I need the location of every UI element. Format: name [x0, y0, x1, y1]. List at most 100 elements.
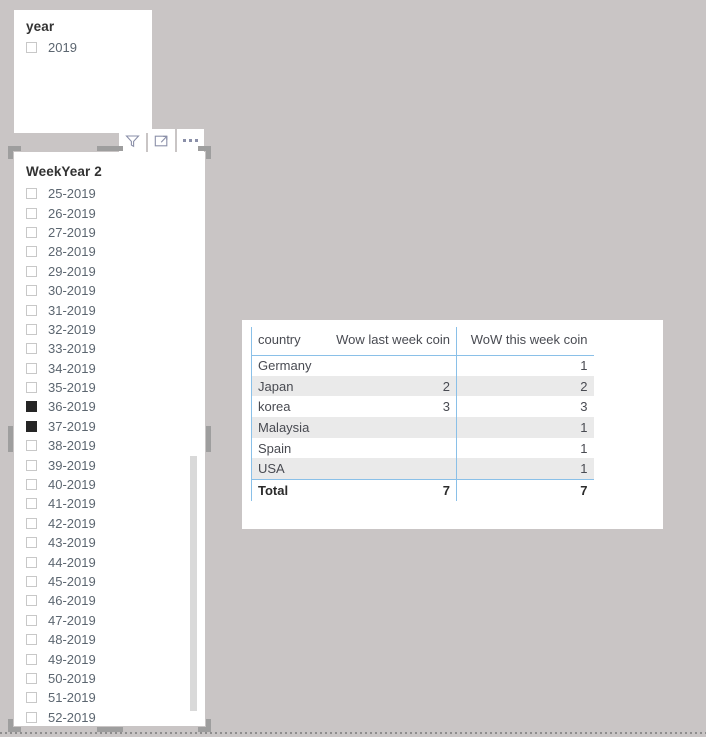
weekyear-slicer-item[interactable]: 44-2019: [14, 552, 205, 571]
resize-handle-top-left-v[interactable]: [8, 146, 13, 159]
checkbox-unchecked-icon[interactable]: [26, 576, 37, 587]
checkbox-unchecked-icon[interactable]: [26, 382, 37, 394]
cell-this-week: 1: [456, 417, 594, 438]
checkbox-unchecked-icon[interactable]: [26, 479, 37, 491]
checkbox-unchecked-icon[interactable]: [26, 614, 37, 626]
weekyear-slicer-item[interactable]: 46-2019: [14, 591, 205, 610]
checkbox-unchecked-icon[interactable]: [26, 285, 37, 297]
checkbox-unchecked-icon[interactable]: [26, 343, 37, 355]
cell-this-week: 2: [456, 375, 594, 397]
table-row[interactable]: korea 3 3: [251, 396, 594, 418]
checkbox-unchecked-icon[interactable]: [26, 42, 37, 54]
weekyear-slicer-item[interactable]: 26-2019: [14, 203, 205, 222]
weekyear-slicer-item[interactable]: 30-2019: [14, 281, 205, 300]
weekyear-slicer-item-label: 43-2019: [48, 535, 96, 551]
column-header-wow-last-week-coin[interactable]: Wow last week coin: [323, 327, 457, 356]
more-options-icon: [183, 139, 198, 142]
checkbox-unchecked-icon[interactable]: [26, 304, 37, 316]
weekyear-slicer-item[interactable]: 34-2019: [14, 359, 205, 378]
weekyear-slicer-item[interactable]: 40-2019: [14, 475, 205, 494]
country-coin-table[interactable]: country Wow last week coin WoW this week…: [251, 327, 594, 502]
table-row[interactable]: Malaysia 1: [251, 417, 594, 438]
weekyear-scrollbar-thumb[interactable]: [190, 456, 197, 711]
cell-last-week: [324, 438, 457, 459]
weekyear-slicer-item[interactable]: 39-2019: [14, 455, 205, 474]
weekyear-slicer-item-label: 38-2019: [48, 438, 96, 454]
weekyear-slicer-item[interactable]: 45-2019: [14, 572, 205, 591]
checkbox-unchecked-icon[interactable]: [26, 323, 37, 335]
checkbox-unchecked-icon[interactable]: [26, 226, 37, 238]
weekyear-slicer-item[interactable]: 41-2019: [14, 494, 205, 513]
year-slicer-item-2019[interactable]: 2019: [14, 38, 152, 57]
checkbox-unchecked-icon[interactable]: [26, 556, 37, 568]
checkbox-unchecked-icon[interactable]: [26, 634, 37, 646]
table-visual[interactable]: country Wow last week coin WoW this week…: [242, 320, 663, 529]
weekyear-slicer-item-label: 41-2019: [48, 496, 96, 512]
column-header-country[interactable]: country: [251, 327, 324, 356]
weekyear-slicer-item[interactable]: 37-2019: [14, 417, 205, 436]
weekyear-slicer-item-label: 44-2019: [48, 554, 96, 570]
checkbox-checked-icon[interactable]: [26, 401, 37, 413]
checkbox-unchecked-icon[interactable]: [26, 498, 37, 510]
checkbox-unchecked-icon[interactable]: [26, 672, 37, 684]
weekyear-slicer-item-label: 37-2019: [48, 418, 96, 434]
weekyear-slicer-item[interactable]: 48-2019: [14, 630, 205, 649]
resize-handle-bottom-left-v[interactable]: [8, 719, 13, 732]
checkbox-unchecked-icon[interactable]: [26, 459, 37, 471]
checkbox-unchecked-icon[interactable]: [26, 207, 37, 219]
table-row[interactable]: Japan 2 2: [251, 375, 594, 397]
weekyear-slicer-item[interactable]: 35-2019: [14, 378, 205, 397]
checkbox-checked-icon[interactable]: [26, 420, 37, 432]
checkbox-unchecked-icon[interactable]: [26, 653, 37, 665]
resize-handle-bottom-right-v[interactable]: [206, 719, 211, 732]
checkbox-unchecked-icon[interactable]: [26, 537, 37, 549]
weekyear-slicer-item[interactable]: 49-2019: [14, 649, 205, 668]
resize-handle-left-middle[interactable]: [8, 426, 13, 452]
table-total-row: Total 7 7: [251, 478, 594, 502]
weekyear-slicer-item[interactable]: 42-2019: [14, 514, 205, 533]
weekyear-slicer-item[interactable]: 38-2019: [14, 436, 205, 455]
checkbox-unchecked-icon[interactable]: [26, 265, 37, 277]
weekyear-slicer-item[interactable]: 29-2019: [14, 262, 205, 281]
weekyear-slicer-visual[interactable]: WeekYear 2 25-2019 26-2019 27-2019 28-2019 2…: [14, 152, 205, 726]
checkbox-unchecked-icon[interactable]: [26, 711, 37, 723]
resize-handle-top-right-v[interactable]: [206, 146, 211, 159]
checkbox-unchecked-icon[interactable]: [26, 595, 37, 607]
weekyear-slicer-item[interactable]: 31-2019: [14, 300, 205, 319]
cell-this-week: 1: [456, 437, 594, 459]
weekyear-slicer-item[interactable]: 36-2019: [14, 397, 205, 416]
total-this-week: 7: [456, 478, 594, 502]
resize-handle-top-middle[interactable]: [96, 146, 123, 151]
checkbox-unchecked-icon[interactable]: [26, 246, 37, 258]
weekyear-slicer-item[interactable]: 25-2019: [14, 184, 205, 203]
weekyear-slicer-item-label: 42-2019: [48, 515, 96, 531]
table-row[interactable]: Spain 1: [251, 437, 594, 459]
checkbox-unchecked-icon[interactable]: [26, 362, 37, 374]
cell-country: Japan: [251, 375, 324, 397]
checkbox-unchecked-icon[interactable]: [26, 440, 37, 452]
weekyear-slicer-selection[interactable]: WeekYear 2 25-2019 26-2019 27-2019 28-2019 2…: [8, 146, 211, 732]
weekyear-slicer-item[interactable]: 50-2019: [14, 669, 205, 688]
cell-country: USA: [251, 458, 324, 480]
table-row[interactable]: USA 1: [251, 458, 594, 480]
weekyear-slicer-item-label: 29-2019: [48, 263, 96, 279]
checkbox-unchecked-icon[interactable]: [26, 517, 37, 529]
weekyear-slicer-item-label: 52-2019: [48, 709, 96, 725]
weekyear-slicer-item[interactable]: 28-2019: [14, 242, 205, 261]
resize-handle-right-middle[interactable]: [206, 426, 211, 452]
weekyear-slicer-item[interactable]: 43-2019: [14, 533, 205, 552]
total-label: Total: [251, 478, 324, 502]
table-header: country Wow last week coin WoW this week…: [251, 327, 594, 356]
table-row[interactable]: Germany 1: [251, 355, 594, 376]
weekyear-slicer-item[interactable]: 27-2019: [14, 223, 205, 242]
weekyear-slicer-item[interactable]: 51-2019: [14, 688, 205, 707]
checkbox-unchecked-icon[interactable]: [26, 188, 37, 200]
weekyear-slicer-item[interactable]: 32-2019: [14, 320, 205, 339]
weekyear-slicer-item[interactable]: 33-2019: [14, 339, 205, 358]
weekyear-slicer-list[interactable]: 25-2019 26-2019 27-2019 28-2019 29-2019 30-20…: [14, 182, 205, 726]
column-header-wow-this-week-coin[interactable]: WoW this week coin: [456, 327, 594, 356]
weekyear-slicer-item[interactable]: 52-2019: [14, 708, 205, 726]
weekyear-slicer-item[interactable]: 47-2019: [14, 611, 205, 630]
year-slicer-visual[interactable]: year 2019: [14, 10, 152, 133]
checkbox-unchecked-icon[interactable]: [26, 692, 37, 704]
